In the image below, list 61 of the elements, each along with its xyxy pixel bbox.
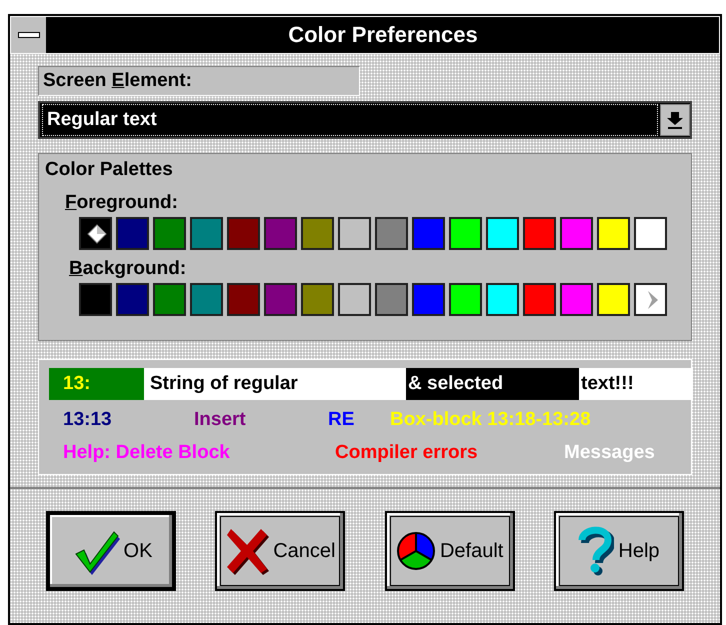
- diamond-icon: [87, 224, 107, 244]
- color-swatch[interactable]: [523, 217, 556, 250]
- default-button[interactable]: Default: [384, 511, 515, 591]
- preview-text: Box-block 13:18-13:28: [390, 408, 591, 430]
- preview-text: 13:: [63, 373, 90, 394]
- preview-text: Help: Delete Block: [63, 442, 230, 463]
- color-swatch[interactable]: [486, 217, 519, 250]
- color-swatch[interactable]: [486, 283, 519, 316]
- color-swatch[interactable]: [116, 283, 149, 316]
- question-mark-icon: [578, 526, 614, 576]
- group-title: Color Palettes: [45, 158, 174, 182]
- dropdown[interactable]: Regular text: [38, 101, 692, 139]
- x-mark-icon: [225, 527, 270, 575]
- color-swatch[interactable]: [338, 283, 371, 316]
- color-swatch[interactable]: [597, 217, 630, 250]
- color-swatch[interactable]: [264, 217, 297, 250]
- window-title: Color Preferences: [287, 21, 479, 49]
- preview-text: text!!!: [581, 373, 634, 394]
- preview-text: String of regular: [150, 373, 298, 394]
- color-swatch[interactable]: [264, 283, 297, 316]
- preview-text: Compiler errors: [335, 442, 478, 463]
- color-swatch[interactable]: [449, 217, 482, 250]
- palette-label: Foreground:: [65, 192, 178, 214]
- color-swatch[interactable]: [301, 283, 334, 316]
- color-swatch[interactable]: [79, 283, 112, 316]
- color-swatch[interactable]: [634, 217, 667, 250]
- preview-text: Insert: [194, 408, 246, 430]
- preview-text: RE: [328, 408, 354, 430]
- color-swatch[interactable]: [634, 283, 667, 316]
- color-swatch[interactable]: [375, 283, 408, 316]
- color-swatch[interactable]: [227, 217, 260, 250]
- dropdown-value: Regular text: [42, 104, 658, 136]
- color-swatch[interactable]: [523, 283, 556, 316]
- color-swatch[interactable]: [375, 217, 408, 250]
- color-swatch[interactable]: [412, 217, 445, 250]
- color-swatch[interactable]: [560, 283, 593, 316]
- down-arrow-icon[interactable]: [660, 104, 690, 136]
- color-swatch[interactable]: [412, 283, 445, 316]
- ok-button[interactable]: OK: [46, 511, 176, 591]
- palette-label: Background:: [69, 258, 186, 280]
- color-swatch[interactable]: [153, 217, 186, 250]
- preview-text: & selected: [408, 373, 504, 394]
- preview-text: Messages: [564, 442, 655, 463]
- field-label: Screen Element:: [38, 66, 360, 96]
- color-swatch[interactable]: [301, 217, 334, 250]
- color-swatch[interactable]: [190, 283, 223, 316]
- color-swatch[interactable]: [597, 283, 630, 316]
- color-swatch[interactable]: [153, 283, 186, 316]
- color-swatch[interactable]: [116, 217, 149, 250]
- color-swatch[interactable]: [190, 217, 223, 250]
- color-swatch[interactable]: [560, 217, 593, 250]
- color-swatch[interactable]: [79, 217, 112, 250]
- color-swatch[interactable]: [449, 283, 482, 316]
- arrow-right-icon: [646, 290, 660, 310]
- color-swatch[interactable]: [227, 283, 260, 316]
- help-button[interactable]: Help: [554, 511, 684, 591]
- tricolor-circle-icon: [396, 531, 436, 571]
- color-swatch[interactable]: [338, 217, 371, 250]
- system-menu-button[interactable]: [11, 17, 47, 53]
- cancel-button[interactable]: Cancel: [215, 511, 346, 591]
- preview-text: 13:13: [63, 408, 112, 430]
